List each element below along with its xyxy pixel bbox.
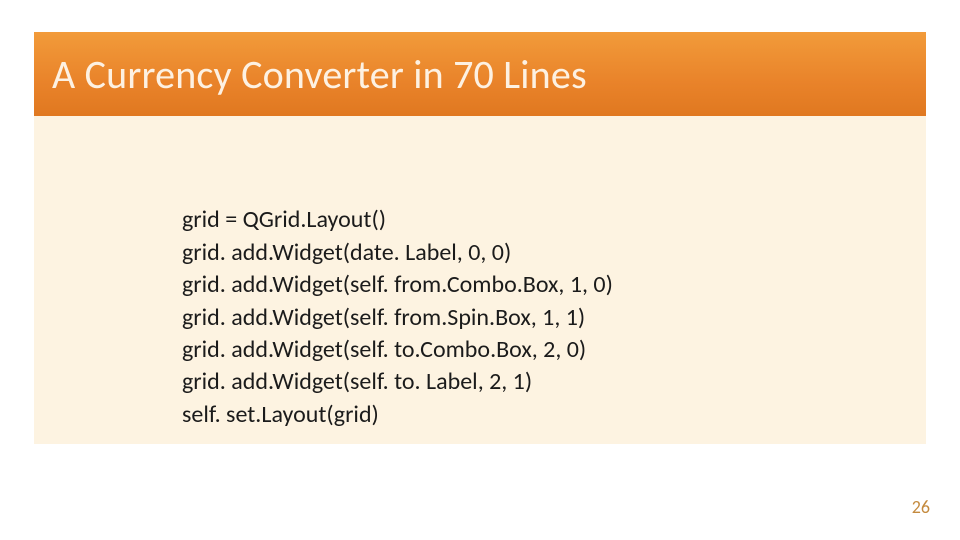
slide-title: A Currency Converter in 70 Lines — [52, 50, 587, 99]
slide: A Currency Converter in 70 Lines grid = … — [0, 0, 960, 540]
code-line: self. set.Layout(grid) — [182, 400, 379, 429]
body-panel: grid = QGrid.Layout() grid. add.Widget(d… — [34, 116, 926, 444]
code-block: grid = QGrid.Layout() grid. add.Widget(d… — [182, 172, 916, 464]
code-line: grid. add.Widget(self. to.Combo.Box, 2, … — [182, 335, 586, 364]
title-bar: A Currency Converter in 70 Lines — [34, 32, 926, 116]
code-line: grid. add.Widget(self. from.Spin.Box, 1,… — [182, 303, 585, 332]
code-line: grid. add.Widget(date. Label, 0, 0) — [182, 238, 511, 267]
code-line: grid. add.Widget(self. from.Combo.Box, 1… — [182, 270, 613, 299]
code-line: grid. add.Widget(self. to. Label, 2, 1) — [182, 367, 532, 396]
page-number: 26 — [912, 496, 930, 518]
code-line: grid = QGrid.Layout() — [182, 205, 386, 234]
